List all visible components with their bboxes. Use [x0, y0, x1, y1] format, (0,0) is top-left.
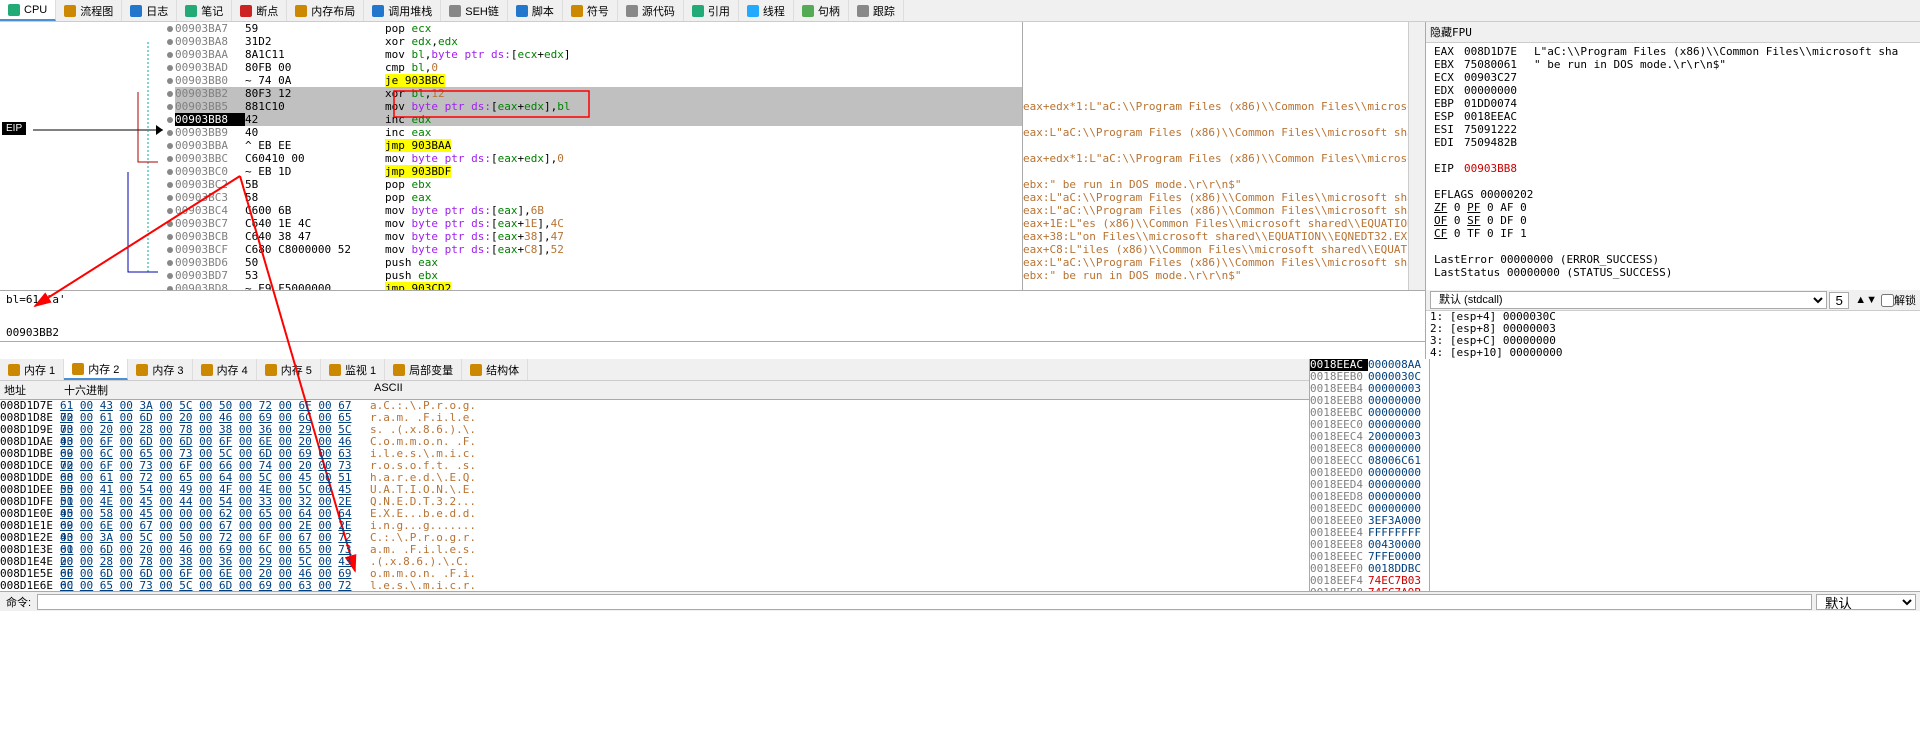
tab-note[interactable]: 笔记	[177, 0, 232, 21]
calling-convention-select[interactable]: 默认 (stdcall)	[1430, 291, 1827, 309]
disasm-row[interactable]: 00903BA831D2xor edx,edx	[175, 35, 1022, 48]
disasm-row[interactable]: 00903BB0~ 74 0Aje 903BBC	[175, 74, 1022, 87]
tab-trace[interactable]: 跟踪	[849, 0, 904, 21]
memory-row[interactable]: 008D1E6E6C 00 65 00 73 00 5C 00 6D 00 69…	[0, 580, 1309, 591]
tab-ref[interactable]: 引用	[684, 0, 739, 21]
sym-icon	[571, 5, 583, 17]
disasm-row[interactable]: 00903BC4C600 6Bmov byte ptr ds:[eax],6B	[175, 204, 1022, 217]
tab-sym[interactable]: 符号	[563, 0, 618, 21]
disassembly-pane[interactable]: EIP 00903BA759pop ecx00903BA831D2xor edx…	[0, 22, 1023, 290]
col-hex: 十六进制	[60, 381, 370, 399]
memory-icon	[470, 364, 482, 376]
tab-log[interactable]: 日志	[122, 0, 177, 21]
disasm-row[interactable]: 00903BB842inc edx	[175, 113, 1022, 126]
memory-icon	[201, 364, 213, 376]
disasm-row[interactable]: 00903BB940inc eax	[175, 126, 1022, 139]
tab-mem[interactable]: 内存布局	[287, 0, 364, 21]
ref-icon	[692, 5, 704, 17]
log-icon	[130, 5, 142, 17]
comments-pane: eax+edx*1:L"aC:\\Program Files (x86)\\Co…	[1023, 22, 1408, 290]
command-label: 命令:	[0, 594, 37, 610]
tab-script[interactable]: 脚本	[508, 0, 563, 21]
tab-flow[interactable]: 流程图	[56, 0, 122, 21]
seh-icon	[449, 5, 461, 17]
disasm-row[interactable]: 00903BAA8A1C11mov bl,byte ptr ds:[ecx+ed…	[175, 48, 1022, 61]
disasm-row[interactable]: 00903BB280F3 12xor bl,12	[175, 87, 1022, 100]
stack-comment-pane: 返回到 gdi32.74EC7B03 自 ???返回到 gdi32.74FC7A…	[1430, 359, 1920, 591]
hide-fpu-toggle[interactable]: 隐藏FPU	[1430, 26, 1472, 39]
main-toolbar: CPU流程图日志笔记断点内存布局调用堆栈SEH链脚本符号源代码引用线程句柄跟踪	[0, 0, 1920, 22]
trace-icon	[857, 5, 869, 17]
memory-icon	[329, 364, 341, 376]
disasm-row[interactable]: 00903BCBC640 38 47mov byte ptr ds:[eax+3…	[175, 230, 1022, 243]
command-mode-select[interactable]: 默认	[1816, 594, 1916, 610]
col-address: 地址	[0, 381, 60, 399]
col-ascii: ASCII	[370, 381, 407, 399]
stack-icon	[372, 5, 384, 17]
tab-seh[interactable]: SEH链	[441, 0, 508, 21]
disasm-row[interactable]: 00903BCFC680 C8000000 52mov byte ptr ds:…	[175, 243, 1022, 256]
disasm-row[interactable]: 00903BC0~ EB 1Djmp 903BDF	[175, 165, 1022, 178]
arg-count-input[interactable]	[1829, 292, 1849, 309]
mem-tab[interactable]: 内存 3	[128, 359, 192, 380]
flow-icon	[64, 5, 76, 17]
disasm-row[interactable]: 00903BD8~ E9 F5000000jmp 903CD2	[175, 282, 1022, 290]
registers-pane[interactable]: 隐藏FPU EAX008D1D7EL"aC:\\Program Files (x…	[1425, 22, 1920, 290]
disasm-row[interactable]: 00903BC25Bpop ebx	[175, 178, 1022, 191]
disasm-row[interactable]: 00903BD753push ebx	[175, 269, 1022, 282]
tab-thread[interactable]: 线程	[739, 0, 794, 21]
stack-pane[interactable]: 0018EEAC000008AA0018EEB00000030C0018EEB4…	[1310, 359, 1430, 591]
bp-icon	[240, 5, 252, 17]
cpu-icon	[8, 4, 20, 16]
tab-src[interactable]: 源代码	[618, 0, 684, 21]
mem-tab[interactable]: 结构体	[462, 359, 528, 380]
stack-row[interactable]: 0018EEE874FC7A9B	[1310, 587, 1429, 591]
mem-tab[interactable]: 内存 5	[257, 359, 321, 380]
callstack-header: 默认 (stdcall) ▲▼ 解锁	[1426, 290, 1920, 311]
mem-tab[interactable]: 局部变量	[385, 359, 462, 380]
disasm-row[interactable]: 00903BD650push eax	[175, 256, 1022, 269]
script-icon	[516, 5, 528, 17]
disasm-row[interactable]: 00903BAD80FB 00cmp bl,0	[175, 61, 1022, 74]
note-icon	[185, 5, 197, 17]
handle-icon	[802, 5, 814, 17]
mem-tab[interactable]: 内存 2	[64, 359, 128, 380]
disasm-row[interactable]: 00903BBA^ EB EEjmp 903BAA	[175, 139, 1022, 152]
memory-icon	[265, 364, 277, 376]
memory-icon	[8, 364, 20, 376]
disasm-row[interactable]: 00903BC7C640 1E 4Cmov byte ptr ds:[eax+1…	[175, 217, 1022, 230]
thread-icon	[747, 5, 759, 17]
disasm-row[interactable]: 00903BBCC60410 00mov byte ptr ds:[eax+ed…	[175, 152, 1022, 165]
memory-icon	[393, 364, 405, 376]
tab-bp[interactable]: 断点	[232, 0, 287, 21]
tab-cpu[interactable]: CPU	[0, 0, 56, 21]
memory-icon	[72, 363, 84, 375]
disasm-row[interactable]: 00903BB5881C10mov byte ptr ds:[eax+edx],…	[175, 100, 1022, 113]
tab-stack[interactable]: 调用堆栈	[364, 0, 441, 21]
memory-icon	[136, 364, 148, 376]
tab-handle[interactable]: 句柄	[794, 0, 849, 21]
mem-tab[interactable]: 监视 1	[321, 359, 385, 380]
src-icon	[626, 5, 638, 17]
command-input[interactable]	[37, 594, 1812, 610]
status-bar: bl=61 'a' 00903BB2	[0, 290, 1425, 342]
disasm-row[interactable]: 00903BA759pop ecx	[175, 22, 1022, 35]
mem-tab[interactable]: 内存 4	[193, 359, 257, 380]
memory-dump-pane[interactable]: 内存 1内存 2内存 3内存 4内存 5监视 1局部变量结构体 地址 十六进制 …	[0, 359, 1310, 591]
mem-tab[interactable]: 内存 1	[0, 359, 64, 380]
mem-icon	[295, 5, 307, 17]
lock-checkbox[interactable]	[1881, 294, 1894, 307]
disasm-row[interactable]: 00903BC358pop eax	[175, 191, 1022, 204]
eip-indicator: EIP	[2, 122, 26, 135]
command-bar: 命令: 默认	[0, 591, 1920, 611]
